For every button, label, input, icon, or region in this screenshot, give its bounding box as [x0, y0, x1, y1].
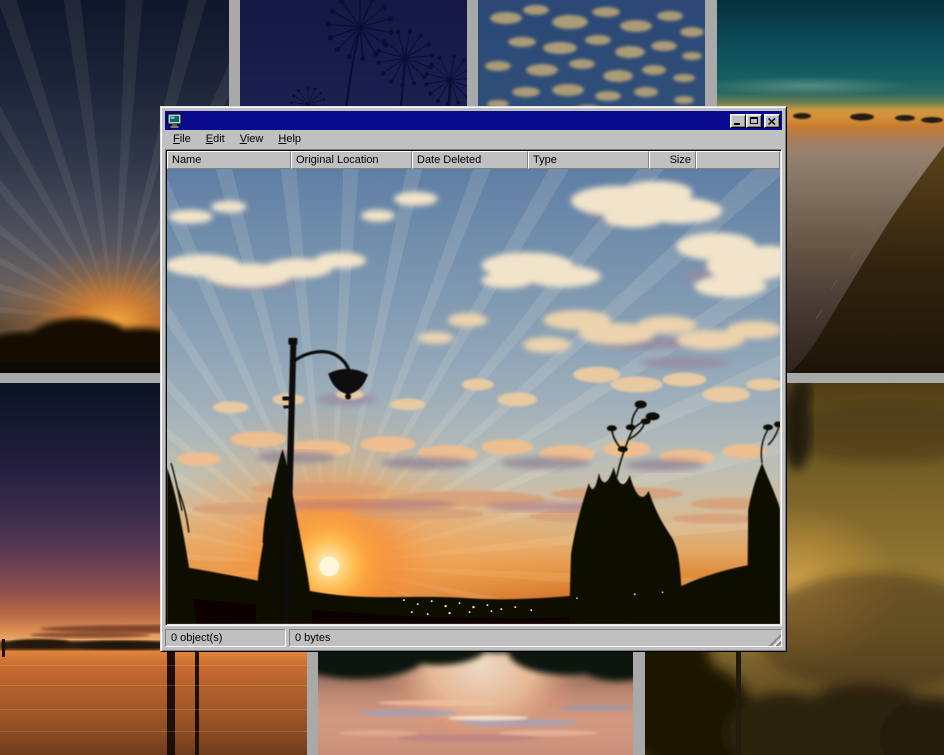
column-header-row: Name Original Location Date Deleted Type… [167, 151, 780, 169]
column-header-type[interactable]: Type [528, 151, 649, 169]
computer-icon[interactable] [167, 113, 183, 129]
menu-help[interactable]: Help [271, 131, 309, 147]
menu-bar: File Edit View Help [165, 130, 782, 148]
status-bar: 0 object(s) 0 bytes [165, 629, 782, 647]
desktop: { "window": { "title": "", "titlebar_ico… [0, 0, 944, 755]
title-bar[interactable] [165, 111, 782, 130]
column-header-original-location[interactable]: Original Location [291, 151, 412, 169]
menu-file[interactable]: File [166, 131, 199, 147]
column-header-name[interactable]: Name [167, 151, 291, 169]
close-button[interactable] [764, 114, 780, 128]
sunset-photo-illustration [167, 169, 780, 624]
menu-view[interactable]: View [233, 131, 272, 147]
column-header-size[interactable]: Size [649, 151, 696, 169]
maximize-icon [750, 117, 758, 124]
maximize-button[interactable] [746, 114, 762, 128]
deleted-items-list[interactable]: Name Original Location Date Deleted Type… [165, 149, 782, 626]
column-header-date-deleted[interactable]: Date Deleted [412, 151, 528, 169]
close-icon [768, 118, 776, 125]
status-objects: 0 object(s) [165, 629, 286, 647]
menu-edit[interactable]: Edit [199, 131, 233, 147]
minimize-icon [734, 123, 740, 125]
window-controls [730, 114, 780, 128]
column-header-filler [696, 151, 780, 169]
status-bytes: 0 bytes [289, 629, 782, 647]
sunset-lamppost-photo [167, 169, 780, 624]
recycle-bin-window: File Edit View Help Name Original Locati… [160, 106, 787, 652]
minimize-button[interactable] [730, 114, 746, 128]
